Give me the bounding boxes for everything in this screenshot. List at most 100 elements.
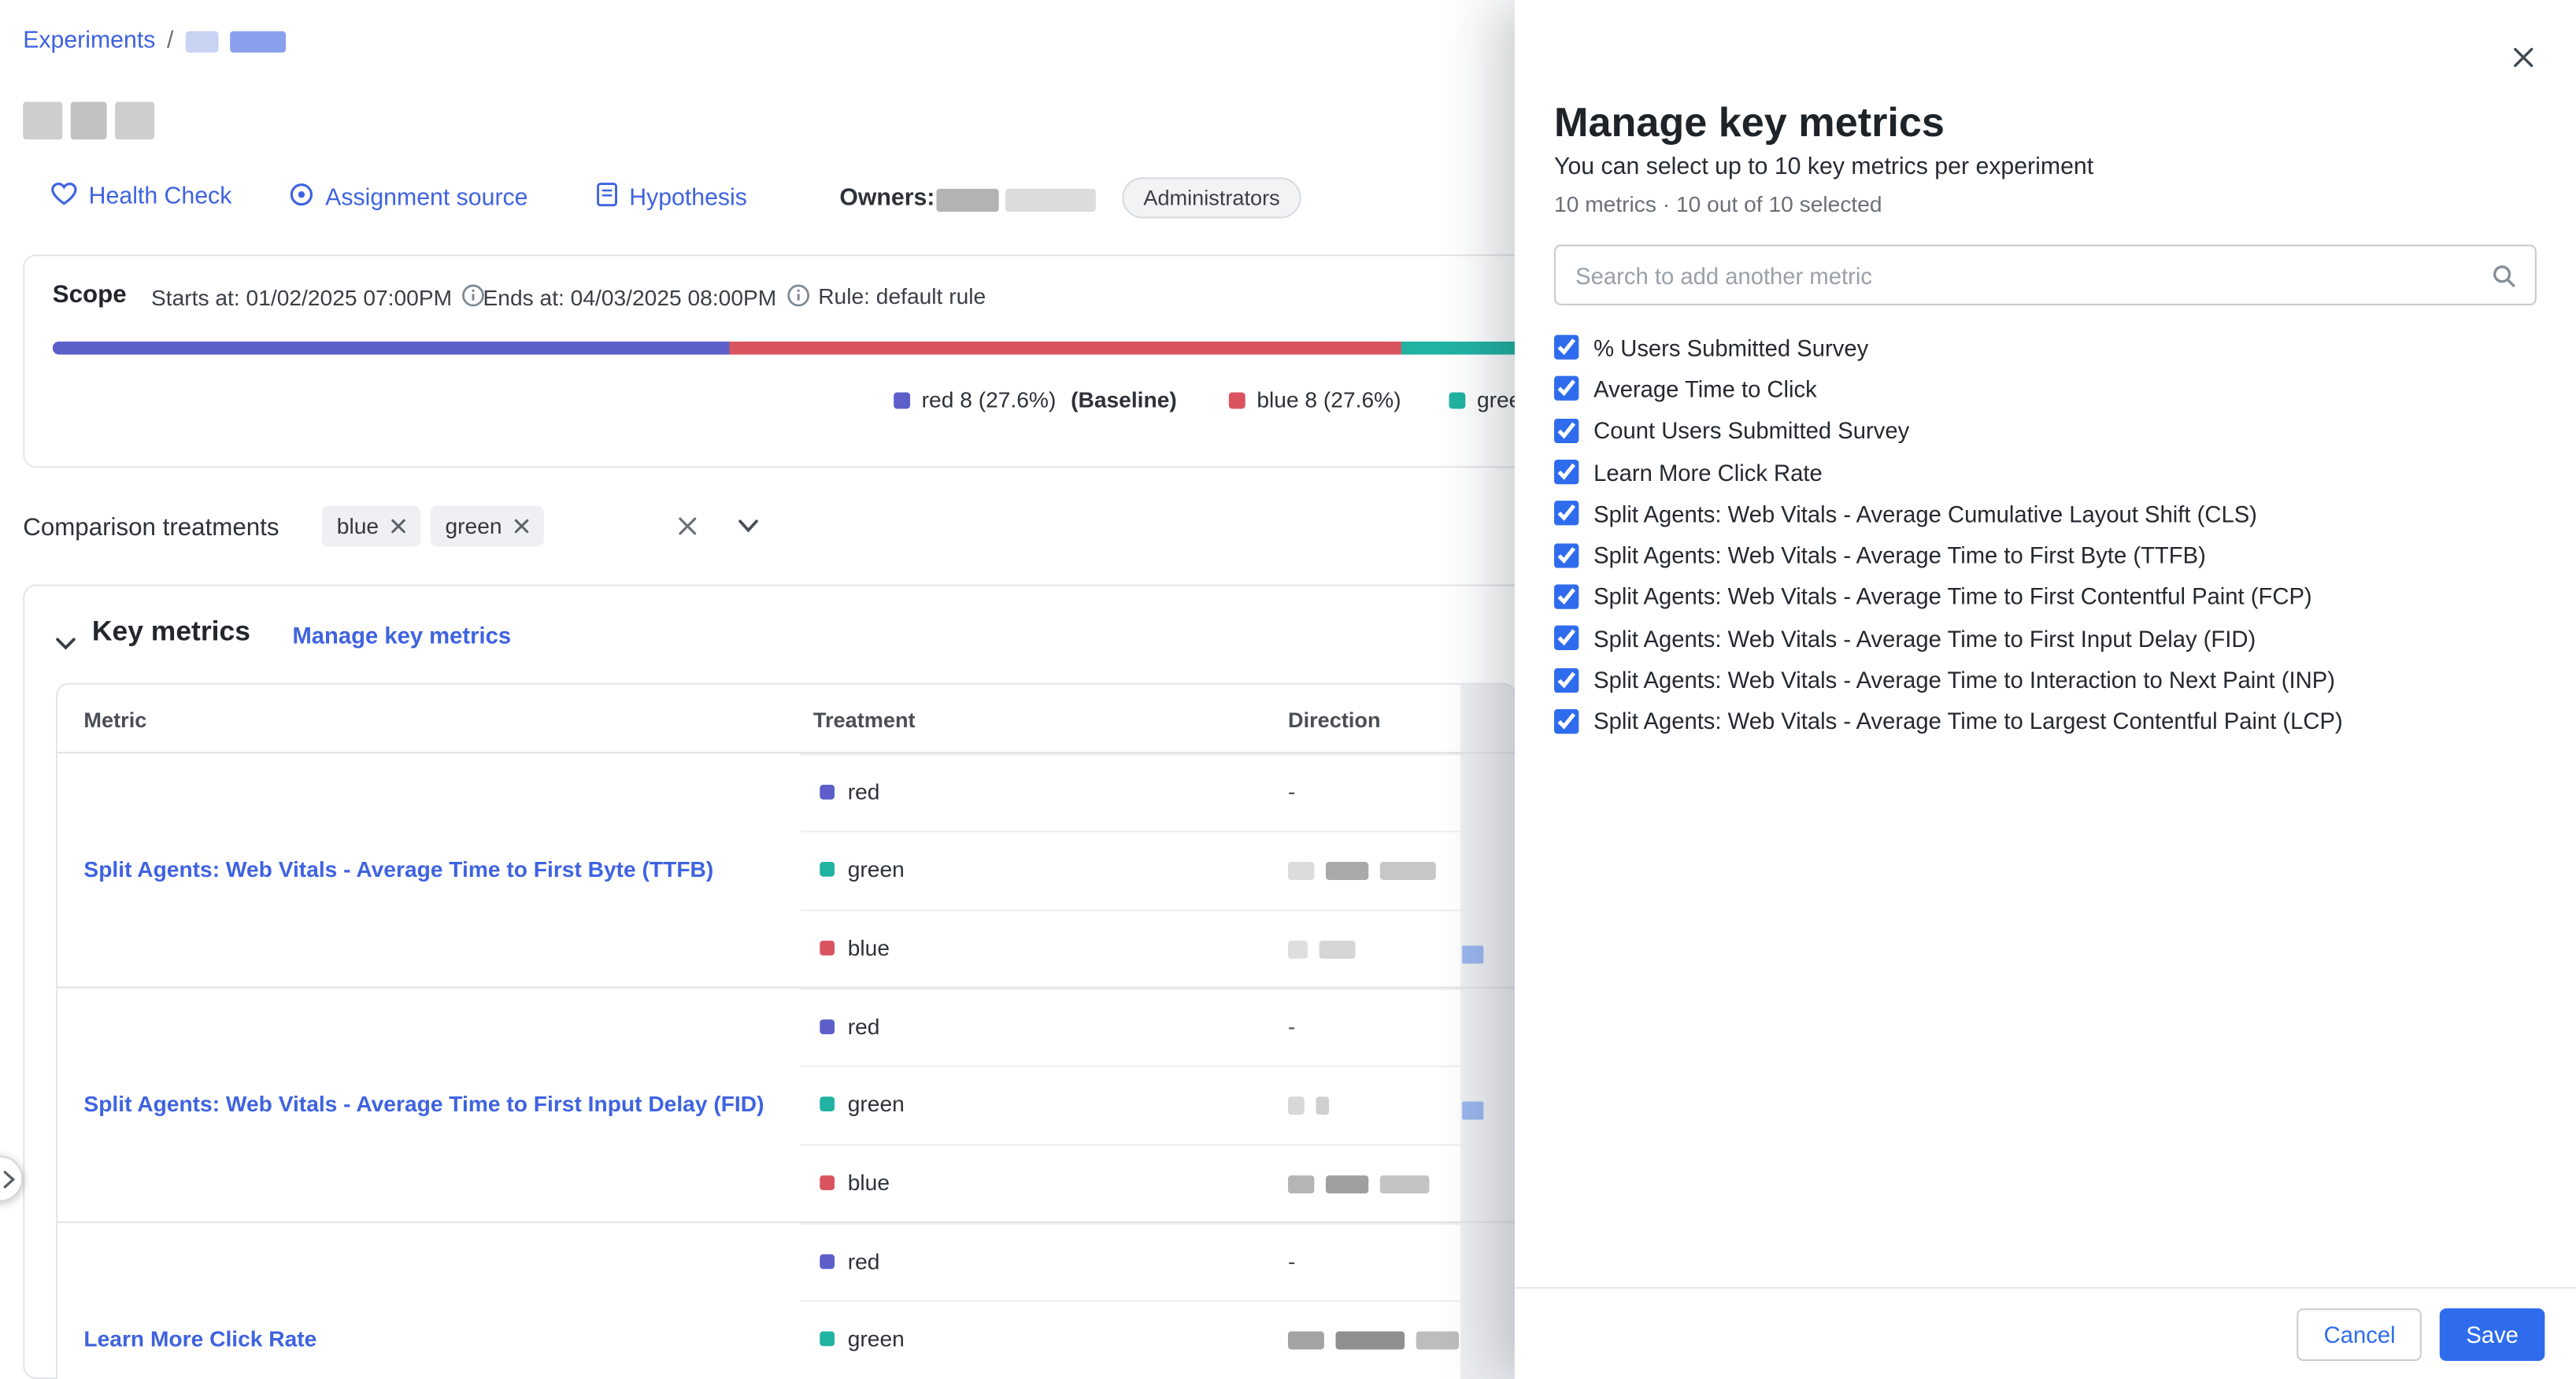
metric-link[interactable]: Learn More Click Rate xyxy=(83,1325,316,1355)
column-header-metric: Metric xyxy=(83,708,146,732)
metric-search xyxy=(1554,245,2537,305)
metric-checkbox[interactable] xyxy=(1554,709,1579,734)
metric-option-label: Split Agents: Web Vitals - Average Cumul… xyxy=(1593,501,2257,527)
collapse-chevron-icon[interactable] xyxy=(56,629,76,659)
page: Experiments / Health Check Assignment so… xyxy=(0,0,2576,1379)
metric-checkbox[interactable] xyxy=(1554,418,1579,442)
search-icon xyxy=(2490,263,2516,298)
metric-option[interactable]: Split Agents: Web Vitals - Average Time … xyxy=(1554,659,2537,701)
redacted-impact-bar xyxy=(1462,1102,1483,1120)
metric-checkbox[interactable] xyxy=(1554,584,1579,608)
redacted-owner-name xyxy=(936,189,1095,212)
metric-option[interactable]: Count Users Submitted Survey xyxy=(1554,410,2537,452)
document-icon xyxy=(596,183,617,214)
chip-remove-icon[interactable] xyxy=(390,514,405,538)
redacted-direction-value xyxy=(1288,863,1436,881)
metric-option[interactable]: Learn More Click Rate xyxy=(1554,451,2537,493)
redacted-direction-value xyxy=(1288,940,1356,958)
metric-option[interactable]: Split Agents: Web Vitals - Average Time … xyxy=(1554,617,2537,659)
treatment-color-dot xyxy=(820,785,835,800)
close-icon[interactable] xyxy=(2507,41,2540,79)
metrics-count-line: 10 metrics · 10 out of 10 selected xyxy=(1554,192,1882,216)
drawer-title: Manage key metrics xyxy=(1554,100,1945,147)
info-icon[interactable] xyxy=(462,284,485,312)
metric-option[interactable]: Split Agents: Web Vitals - Average Cumul… xyxy=(1554,493,2537,534)
metric-group: Split Agents: Web Vitals - Average Time … xyxy=(57,753,1515,988)
metric-option[interactable]: Average Time to Click xyxy=(1554,368,2537,410)
metric-option-label: Learn More Click Rate xyxy=(1593,459,1823,485)
scope-rule: Rule: default rule xyxy=(818,284,986,309)
save-button[interactable]: Save xyxy=(2440,1307,2545,1360)
manage-key-metrics-drawer: Manage key metrics You can select up to … xyxy=(1515,0,2576,1379)
treatment-name: red xyxy=(848,1015,880,1039)
metric-option-label: Split Agents: Web Vitals - Average Time … xyxy=(1593,542,2206,568)
metric-option-label: Split Agents: Web Vitals - Average Time … xyxy=(1593,667,2335,693)
treatment-name: green xyxy=(848,1092,905,1117)
breadcrumb-separator: / xyxy=(167,28,173,54)
legend-swatch xyxy=(894,391,910,408)
key-metrics-title: Key metrics xyxy=(92,616,250,649)
treatment-name: blue xyxy=(848,935,890,959)
expand-sidebar-button[interactable] xyxy=(0,1155,23,1201)
tab-health-check[interactable]: Health Check xyxy=(51,183,232,213)
experiment-toolbar: Health Check Assignment source Hypothesi… xyxy=(0,177,1515,227)
drawer-subtitle: You can select up to 10 key metrics per … xyxy=(1554,154,2093,180)
metric-checkbox[interactable] xyxy=(1554,460,1579,484)
metric-option-label: Split Agents: Web Vitals - Average Time … xyxy=(1593,583,2312,609)
chip-blue[interactable]: blue xyxy=(322,505,420,546)
manage-key-metrics-link[interactable]: Manage key metrics xyxy=(292,622,511,648)
breadcrumb-experiments-link[interactable]: Experiments xyxy=(23,28,155,54)
baseline-label: (Baseline) xyxy=(1071,387,1177,412)
metric-checkbox[interactable] xyxy=(1554,543,1579,567)
redacted-breadcrumb-segment xyxy=(185,31,218,52)
tab-assignment-source[interactable]: Assignment source xyxy=(289,183,527,214)
metric-checkbox[interactable] xyxy=(1554,667,1579,692)
search-input[interactable] xyxy=(1556,246,2535,304)
chip-remove-icon[interactable] xyxy=(513,514,528,538)
metric-option-label: Split Agents: Web Vitals - Average Time … xyxy=(1593,625,2256,651)
redacted-impact-bar xyxy=(1462,945,1483,963)
treatment-name: red xyxy=(848,780,880,804)
chevron-down-icon[interactable] xyxy=(735,516,762,537)
redacted-breadcrumb-segment xyxy=(229,31,285,52)
metric-option[interactable]: Split Agents: Web Vitals - Average Time … xyxy=(1554,576,2537,618)
metric-checkbox[interactable] xyxy=(1554,501,1579,526)
metric-option-label: Count Users Submitted Survey xyxy=(1593,417,1909,443)
target-icon xyxy=(289,183,313,214)
allocation-segment-red xyxy=(53,342,730,355)
tab-health-check-label: Health Check xyxy=(89,184,232,210)
drawer-footer: Cancel Save xyxy=(1515,1287,2576,1379)
metric-option-label: % Users Submitted Survey xyxy=(1593,335,1868,360)
clear-selection-icon[interactable] xyxy=(674,512,701,540)
metric-option-label: Split Agents: Web Vitals - Average Time … xyxy=(1593,708,2343,734)
metric-checkbox[interactable] xyxy=(1554,335,1579,360)
metric-option[interactable]: Split Agents: Web Vitals - Average Time … xyxy=(1554,701,2537,742)
direction-value: - xyxy=(1288,1249,1295,1274)
breadcrumb: Experiments / xyxy=(23,28,285,54)
info-icon[interactable] xyxy=(786,284,809,312)
metric-checkbox[interactable] xyxy=(1554,626,1579,650)
metric-link[interactable]: Split Agents: Web Vitals - Average Time … xyxy=(83,855,713,885)
redacted-direction-value xyxy=(1288,1175,1429,1193)
direction-value: - xyxy=(1288,1015,1295,1039)
metric-option[interactable]: % Users Submitted Survey xyxy=(1554,327,2537,368)
metric-link[interactable]: Split Agents: Web Vitals - Average Time … xyxy=(83,1090,764,1120)
treatment-color-dot xyxy=(820,940,835,955)
metric-option[interactable]: Split Agents: Web Vitals - Average Time … xyxy=(1554,534,2537,576)
metric-checkbox[interactable] xyxy=(1554,377,1579,401)
treatment-color-dot xyxy=(820,1175,835,1190)
metric-group: Split Agents: Web Vitals - Average Time … xyxy=(57,989,1515,1223)
legend-item-red: red 8 (27.6%) (Baseline) xyxy=(894,387,1177,412)
metric-group: Learn More Click Rate red - green xyxy=(57,1223,1515,1379)
cancel-button[interactable]: Cancel xyxy=(2297,1307,2422,1360)
tab-hypothesis[interactable]: Hypothesis xyxy=(596,183,746,214)
column-header-direction: Direction xyxy=(1288,708,1381,732)
allocation-segment-blue xyxy=(730,342,1401,355)
treatment-color-dot xyxy=(820,863,835,878)
redacted-direction-value xyxy=(1288,1332,1459,1350)
treatment-color-dot xyxy=(820,1332,835,1347)
treatment-name: blue xyxy=(848,1170,890,1194)
chip-green[interactable]: green xyxy=(431,505,543,546)
column-header-treatment: Treatment xyxy=(813,708,916,732)
scope-ends: Ends at: 04/03/2025 08:00PM xyxy=(483,284,809,312)
